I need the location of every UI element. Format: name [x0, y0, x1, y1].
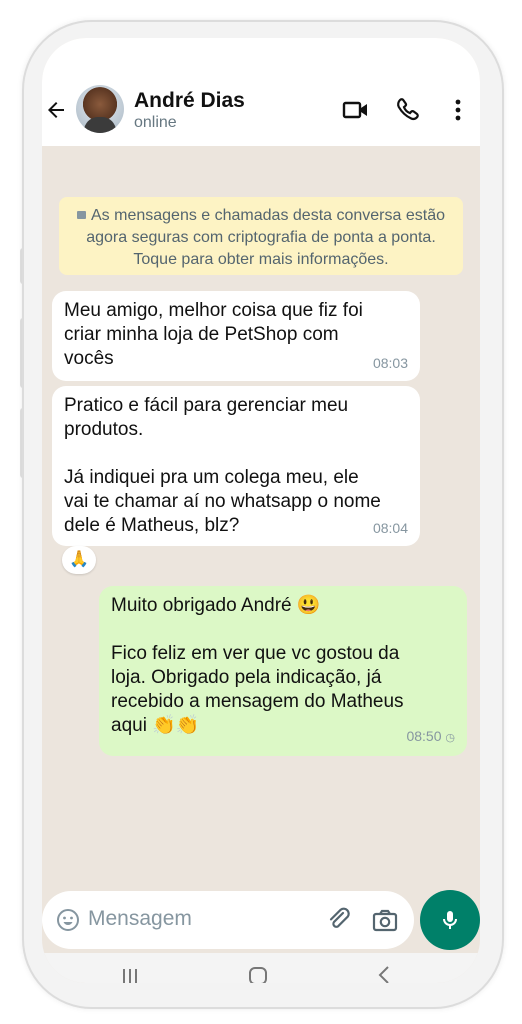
message-input-bar[interactable]: Mensagem [42, 891, 414, 949]
message-reaction[interactable]: 🙏 [62, 546, 96, 574]
mic-icon [443, 911, 457, 929]
message-time: 08:03 [372, 355, 408, 371]
camera-icon[interactable] [372, 907, 398, 933]
message-text: Muito obrigado André 😃 Fico feliz em ver… [111, 595, 404, 736]
emoji-icon[interactable] [56, 908, 80, 932]
more-vertical-icon[interactable] [444, 96, 472, 124]
encryption-notice-text: As mensagens e chamadas desta conversa e… [86, 207, 445, 268]
chat-screen: André Dias online As mensagens e chamada… [42, 38, 480, 983]
encryption-notice[interactable]: As mensagens e chamadas desta conversa e… [59, 197, 463, 275]
message-input[interactable]: Mensagem [88, 907, 192, 931]
system-navigation-bar [42, 953, 480, 983]
message-text: Pratico e fácil para gerenciar meu produ… [64, 395, 381, 536]
message-text: Meu amigo, melhor coisa que fiz foi cria… [64, 300, 363, 369]
lock-icon [77, 211, 86, 219]
phone-icon[interactable] [394, 96, 422, 124]
recents-nav-icon[interactable] [120, 965, 140, 983]
message-time: 08:50 ◷ [406, 724, 455, 750]
message-time: 08:04 [372, 520, 408, 536]
home-nav-icon[interactable] [247, 965, 269, 983]
back-nav-icon[interactable] [374, 965, 394, 983]
mic-button[interactable] [420, 890, 480, 950]
message-bubble-incoming[interactable]: Pratico e fácil para gerenciar meu produ… [52, 386, 420, 546]
contact-status: online [134, 114, 177, 131]
message-bubble-outgoing[interactable]: Muito obrigado André 😃 Fico feliz em ver… [99, 586, 467, 756]
clock-icon: ◷ [445, 732, 455, 744]
avatar[interactable] [76, 85, 124, 133]
contact-name[interactable]: André Dias [134, 89, 245, 113]
attach-icon[interactable] [326, 907, 352, 933]
chat-header: André Dias online [42, 38, 480, 146]
message-time-value: 08:50 [406, 728, 442, 744]
video-call-icon[interactable] [342, 96, 370, 124]
message-bubble-incoming[interactable]: Meu amigo, melhor coisa que fiz foi cria… [52, 291, 420, 381]
back-arrow-icon[interactable] [44, 98, 68, 122]
